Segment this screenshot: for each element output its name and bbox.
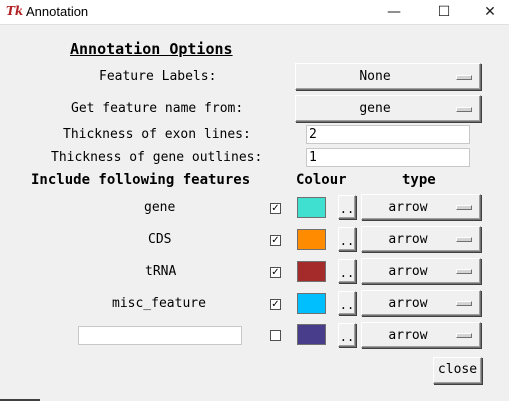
feature-name-misc-feature: misc_feature — [112, 296, 206, 311]
close-window-icon[interactable]: ✕ — [467, 0, 509, 24]
colour-swatch-custom — [297, 324, 326, 345]
feature-labels-menu[interactable]: None — [295, 63, 481, 90]
feature-name-gene: gene — [144, 200, 176, 215]
type-value-misc-feature: arrow — [388, 296, 428, 311]
menu-indicator-icon — [456, 301, 472, 306]
menu-indicator-icon — [456, 205, 472, 210]
menu-indicator-icon — [456, 74, 472, 80]
tk-feather-icon: Tk — [6, 4, 24, 18]
type-menu-custom[interactable]: arrow — [361, 322, 481, 348]
colour-picker-button-trna[interactable]: .. — [338, 259, 356, 283]
feature-name-menu[interactable]: gene — [295, 95, 481, 122]
colour-picker-button-cds[interactable]: .. — [338, 227, 356, 251]
close-button[interactable]: close — [433, 357, 482, 384]
colour-picker-button-gene[interactable]: .. — [338, 195, 356, 219]
feature-name-trna: tRNA — [145, 264, 177, 279]
colour-swatch-cds — [297, 229, 326, 250]
colour-column-header: Colour — [296, 172, 347, 188]
feature-labels-value: None — [359, 69, 391, 84]
type-value-custom: arrow — [388, 328, 428, 343]
minimize-icon[interactable]: — — [371, 0, 417, 24]
type-menu-cds[interactable]: arrow — [361, 226, 481, 252]
colour-picker-button-misc-feature[interactable]: .. — [338, 291, 356, 315]
type-value-trna: arrow — [388, 264, 428, 279]
feature-name-label: Get feature name from: — [71, 101, 244, 116]
custom-feature-name-field[interactable] — [78, 326, 242, 345]
exon-thickness-label: Thickness of exon lines: — [63, 127, 251, 142]
feature-checkbox-custom[interactable] — [270, 330, 281, 341]
menu-indicator-icon — [456, 333, 472, 338]
type-menu-trna[interactable]: arrow — [361, 258, 481, 284]
window-titlebar: Tk Annotation — ☐ ✕ — [0, 0, 509, 25]
colour-picker-button-custom[interactable]: .. — [338, 323, 356, 347]
page-title: Annotation Options — [70, 40, 233, 58]
type-column-header: type — [402, 172, 436, 188]
colour-swatch-trna — [297, 261, 326, 282]
feature-name-value: gene — [359, 101, 391, 116]
feature-checkbox-trna[interactable]: ✓ — [270, 267, 281, 278]
menu-indicator-icon — [456, 269, 472, 274]
feature-checkbox-gene[interactable]: ✓ — [270, 203, 281, 214]
menu-indicator-icon — [456, 237, 472, 242]
gene-thickness-field[interactable]: 1 — [306, 148, 470, 167]
feature-checkbox-misc-feature[interactable]: ✓ — [270, 299, 281, 310]
type-menu-misc-feature[interactable]: arrow — [361, 290, 481, 316]
colour-swatch-gene — [297, 197, 326, 218]
feature-checkbox-cds[interactable]: ✓ — [270, 235, 281, 246]
menu-indicator-icon — [456, 106, 472, 112]
type-value-gene: arrow — [388, 200, 428, 215]
gene-thickness-label: Thickness of gene outlines: — [51, 150, 263, 165]
type-value-cds: arrow — [388, 232, 428, 247]
window-title: Annotation — [26, 4, 89, 19]
type-menu-gene[interactable]: arrow — [361, 194, 481, 220]
maximize-icon[interactable]: ☐ — [421, 0, 467, 24]
feature-name-cds: CDS — [148, 232, 172, 247]
feature-labels-label: Feature Labels: — [99, 69, 217, 84]
features-column-header: Include following features — [31, 172, 251, 188]
exon-thickness-field[interactable]: 2 — [306, 125, 470, 144]
colour-swatch-misc-feature — [297, 293, 326, 314]
